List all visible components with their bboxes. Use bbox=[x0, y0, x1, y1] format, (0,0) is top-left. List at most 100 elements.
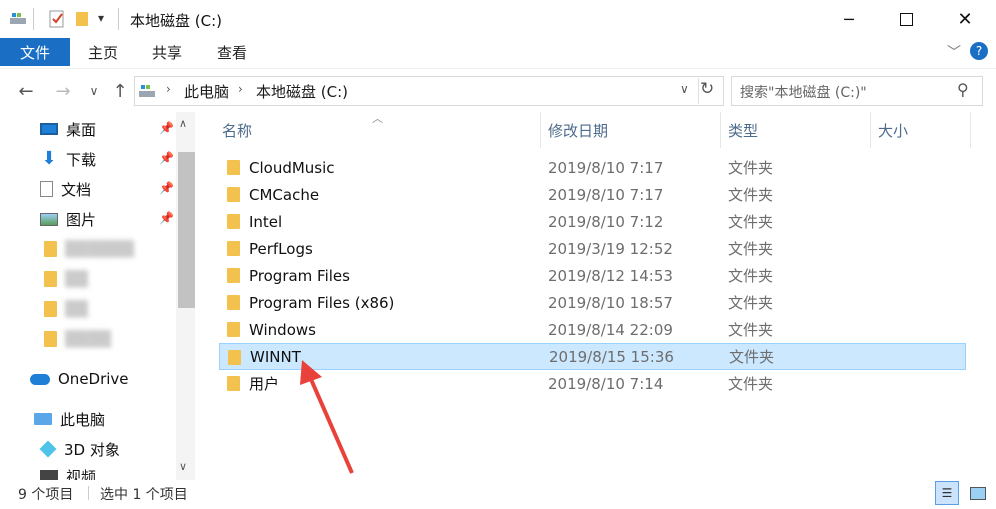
address-divider bbox=[698, 78, 699, 104]
sidebar-item-videos[interactable]: 视频 bbox=[40, 464, 190, 480]
breadcrumb-local-disk[interactable]: 本地磁盘 (C:) bbox=[256, 81, 348, 102]
close-button[interactable]: ✕ bbox=[942, 0, 988, 38]
breadcrumb-this-pc[interactable]: 此电脑 bbox=[184, 81, 229, 102]
file-type: 文件夹 bbox=[729, 348, 775, 366]
file-row[interactable]: Program Files (x86) 2019/8/10 18:57 文件夹 bbox=[219, 289, 966, 316]
folder-icon bbox=[227, 187, 240, 202]
column-separator[interactable] bbox=[720, 112, 721, 148]
file-row[interactable]: CMCache 2019/8/10 7:17 文件夹 bbox=[219, 181, 966, 208]
breadcrumb-separator-icon: › bbox=[238, 82, 243, 96]
qat-divider bbox=[33, 8, 34, 30]
tab-home[interactable]: 主页 bbox=[88, 38, 118, 66]
up-arrow-icon: ↑ bbox=[112, 80, 128, 102]
scroll-up-icon[interactable]: ∧ bbox=[179, 117, 187, 130]
tab-share[interactable]: 共享 bbox=[152, 38, 182, 66]
close-icon: ✕ bbox=[957, 8, 973, 30]
pin-icon[interactable]: 📌 bbox=[159, 151, 174, 165]
column-header-size[interactable]: 大小 bbox=[878, 112, 908, 148]
column-header-date[interactable]: 修改日期 bbox=[548, 112, 608, 148]
tab-view[interactable]: 查看 bbox=[217, 38, 247, 66]
sidebar-item-blurred-folder[interactable]: ▒▒▒▒ bbox=[44, 324, 111, 354]
recent-locations-button[interactable]: ∨ bbox=[82, 78, 106, 104]
annotation-arrow bbox=[300, 360, 354, 474]
file-row[interactable]: CloudMusic 2019/8/10 7:17 文件夹 bbox=[219, 154, 966, 181]
file-type: 文件夹 bbox=[728, 186, 774, 204]
sidebar-item-desktop[interactable]: 桌面 bbox=[40, 114, 96, 144]
file-name: Program Files (x86) bbox=[249, 293, 395, 312]
up-button[interactable]: ↑ bbox=[108, 78, 132, 104]
forward-arrow-icon: → bbox=[55, 80, 71, 102]
properties-icon[interactable] bbox=[48, 9, 66, 29]
download-icon: ⬇ bbox=[41, 148, 57, 169]
drive-icon bbox=[139, 85, 155, 97]
large-icons-view-icon bbox=[970, 486, 986, 500]
help-icon[interactable]: ? bbox=[970, 42, 988, 60]
folder-icon bbox=[227, 160, 240, 175]
file-row[interactable]: Windows 2019/8/14 22:09 文件夹 bbox=[219, 316, 966, 343]
back-button[interactable]: ← bbox=[14, 78, 38, 104]
sidebar-item-blurred-folder[interactable]: ▒▒ bbox=[44, 264, 88, 294]
sidebar-item-documents[interactable]: 文档 bbox=[40, 174, 91, 204]
folder-icon bbox=[227, 214, 240, 229]
new-folder-icon[interactable] bbox=[74, 9, 90, 29]
folder-icon bbox=[227, 376, 240, 391]
minimize-button[interactable]: ─ bbox=[826, 0, 872, 38]
sidebar-item-this-pc[interactable]: 此电脑 bbox=[34, 404, 105, 434]
large-icons-view-button[interactable] bbox=[966, 481, 990, 505]
chevron-down-icon: ∨ bbox=[89, 84, 99, 98]
status-divider bbox=[88, 486, 89, 500]
file-row[interactable]: Intel 2019/8/10 7:12 文件夹 bbox=[219, 208, 966, 235]
sidebar-item-label: 3D 对象 bbox=[64, 440, 120, 459]
sidebar-item-downloads[interactable]: ⬇ 下载 bbox=[40, 144, 96, 174]
column-separator[interactable] bbox=[970, 112, 971, 148]
sidebar-item-3d-objects[interactable]: 3D 对象 bbox=[39, 434, 120, 464]
customize-qat-dropdown[interactable]: ▾ bbox=[98, 11, 104, 25]
scrollbar-thumb[interactable] bbox=[178, 152, 195, 308]
sidebar-item-label: ▒▒ bbox=[65, 270, 89, 288]
details-view-button[interactable]: ☰ bbox=[935, 481, 959, 505]
column-separator[interactable] bbox=[870, 112, 871, 148]
cube-icon bbox=[39, 440, 57, 458]
status-selected-count: 选中 1 个项目 bbox=[100, 487, 188, 503]
file-date: 2019/8/10 7:12 bbox=[548, 212, 664, 231]
back-arrow-icon: ← bbox=[18, 80, 34, 102]
sidebar-item-label: 桌面 bbox=[66, 120, 97, 139]
file-type: 文件夹 bbox=[728, 240, 774, 258]
file-date: 2019/8/15 15:36 bbox=[549, 347, 674, 366]
column-header-type[interactable]: 类型 bbox=[728, 112, 758, 148]
sidebar-item-label: 图片 bbox=[66, 210, 97, 229]
file-date: 2019/8/10 7:17 bbox=[548, 158, 664, 177]
pin-icon[interactable]: 📌 bbox=[159, 181, 174, 195]
pin-icon[interactable]: 📌 bbox=[159, 211, 174, 225]
picture-icon bbox=[40, 212, 58, 226]
file-date: 2019/8/12 14:53 bbox=[548, 266, 673, 285]
sidebar-item-onedrive[interactable]: OneDrive bbox=[30, 364, 129, 394]
sidebar-item-blurred-folder[interactable]: ▒▒ bbox=[44, 294, 88, 324]
file-name: 用户 bbox=[249, 375, 280, 393]
document-icon bbox=[40, 181, 53, 197]
desktop-icon bbox=[40, 123, 58, 135]
refresh-icon[interactable]: ↻ bbox=[700, 79, 714, 99]
sidebar-item-blurred-folder[interactable]: ▒▒▒▒▒▒ bbox=[44, 234, 134, 264]
sidebar-item-label: 视频 bbox=[66, 468, 97, 480]
file-name: PerfLogs bbox=[249, 239, 313, 258]
search-input[interactable]: 搜索"本地磁盘 (C:)" bbox=[740, 82, 867, 102]
sort-ascending-icon: ︿ bbox=[372, 112, 383, 125]
scroll-down-icon[interactable]: ∨ bbox=[179, 460, 187, 473]
details-view-icon: ☰ bbox=[941, 486, 953, 500]
folder-icon bbox=[227, 295, 240, 310]
ribbon-expand-chevron-icon[interactable]: ﹀ bbox=[947, 42, 961, 62]
maximize-button[interactable] bbox=[883, 0, 929, 38]
column-header-name[interactable]: 名称 bbox=[222, 112, 252, 148]
pin-icon[interactable]: 📌 bbox=[159, 121, 174, 135]
file-row[interactable]: Program Files 2019/8/12 14:53 文件夹 bbox=[219, 262, 966, 289]
address-history-dropdown[interactable]: ∨ bbox=[680, 82, 689, 96]
file-type: 文件夹 bbox=[728, 375, 774, 393]
sidebar-item-pictures[interactable]: 图片 bbox=[40, 204, 96, 234]
forward-button[interactable]: → bbox=[51, 78, 75, 104]
window-title: 本地磁盘 (C:) bbox=[130, 12, 222, 30]
column-separator[interactable] bbox=[540, 112, 541, 148]
file-row[interactable]: PerfLogs 2019/3/19 12:52 文件夹 bbox=[219, 235, 966, 262]
tab-file[interactable]: 文件 bbox=[0, 38, 70, 66]
search-icon[interactable]: ⚲ bbox=[957, 80, 969, 99]
